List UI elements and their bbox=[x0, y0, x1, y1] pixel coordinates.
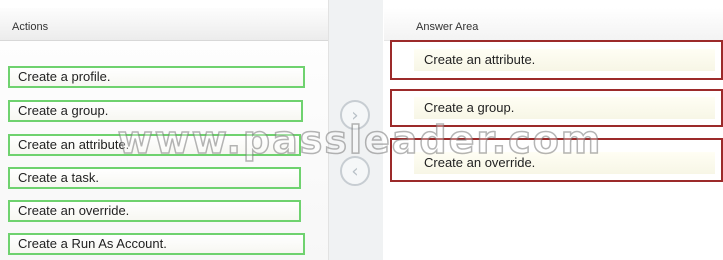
actions-panel: Actions Create a profile. Create a group… bbox=[0, 0, 329, 260]
action-item-create-group[interactable]: Create a group. bbox=[8, 100, 303, 122]
actions-header: Actions bbox=[0, 8, 328, 41]
answer-slot-1-value[interactable]: Create an attribute. bbox=[414, 49, 715, 71]
answer-area-header: Answer Area bbox=[384, 8, 723, 41]
answer-slot-3-value[interactable]: Create an override. bbox=[414, 152, 715, 174]
answer-slot-3[interactable]: Create an override. bbox=[390, 138, 723, 182]
action-item-create-profile[interactable]: Create a profile. bbox=[8, 66, 305, 88]
action-item-create-run-as-account[interactable]: Create a Run As Account. bbox=[8, 233, 305, 255]
actions-title: Actions bbox=[12, 21, 49, 33]
move-controls: › ‹ bbox=[329, 0, 383, 260]
chevron-right-icon[interactable]: › bbox=[340, 100, 370, 130]
chevron-left-icon[interactable]: ‹ bbox=[340, 156, 370, 186]
action-item-create-task[interactable]: Create a task. bbox=[8, 167, 301, 189]
answer-slot-1[interactable]: Create an attribute. bbox=[390, 40, 723, 80]
answer-slot-2[interactable]: Create a group. bbox=[390, 89, 723, 127]
action-item-create-attribute[interactable]: Create an attribute. bbox=[8, 134, 301, 156]
answer-slot-2-value[interactable]: Create a group. bbox=[414, 97, 715, 119]
answer-area-panel: Answer Area Create an attribute. Create … bbox=[384, 0, 723, 260]
answer-area-title: Answer Area bbox=[416, 21, 479, 33]
action-item-create-override[interactable]: Create an override. bbox=[8, 200, 301, 222]
